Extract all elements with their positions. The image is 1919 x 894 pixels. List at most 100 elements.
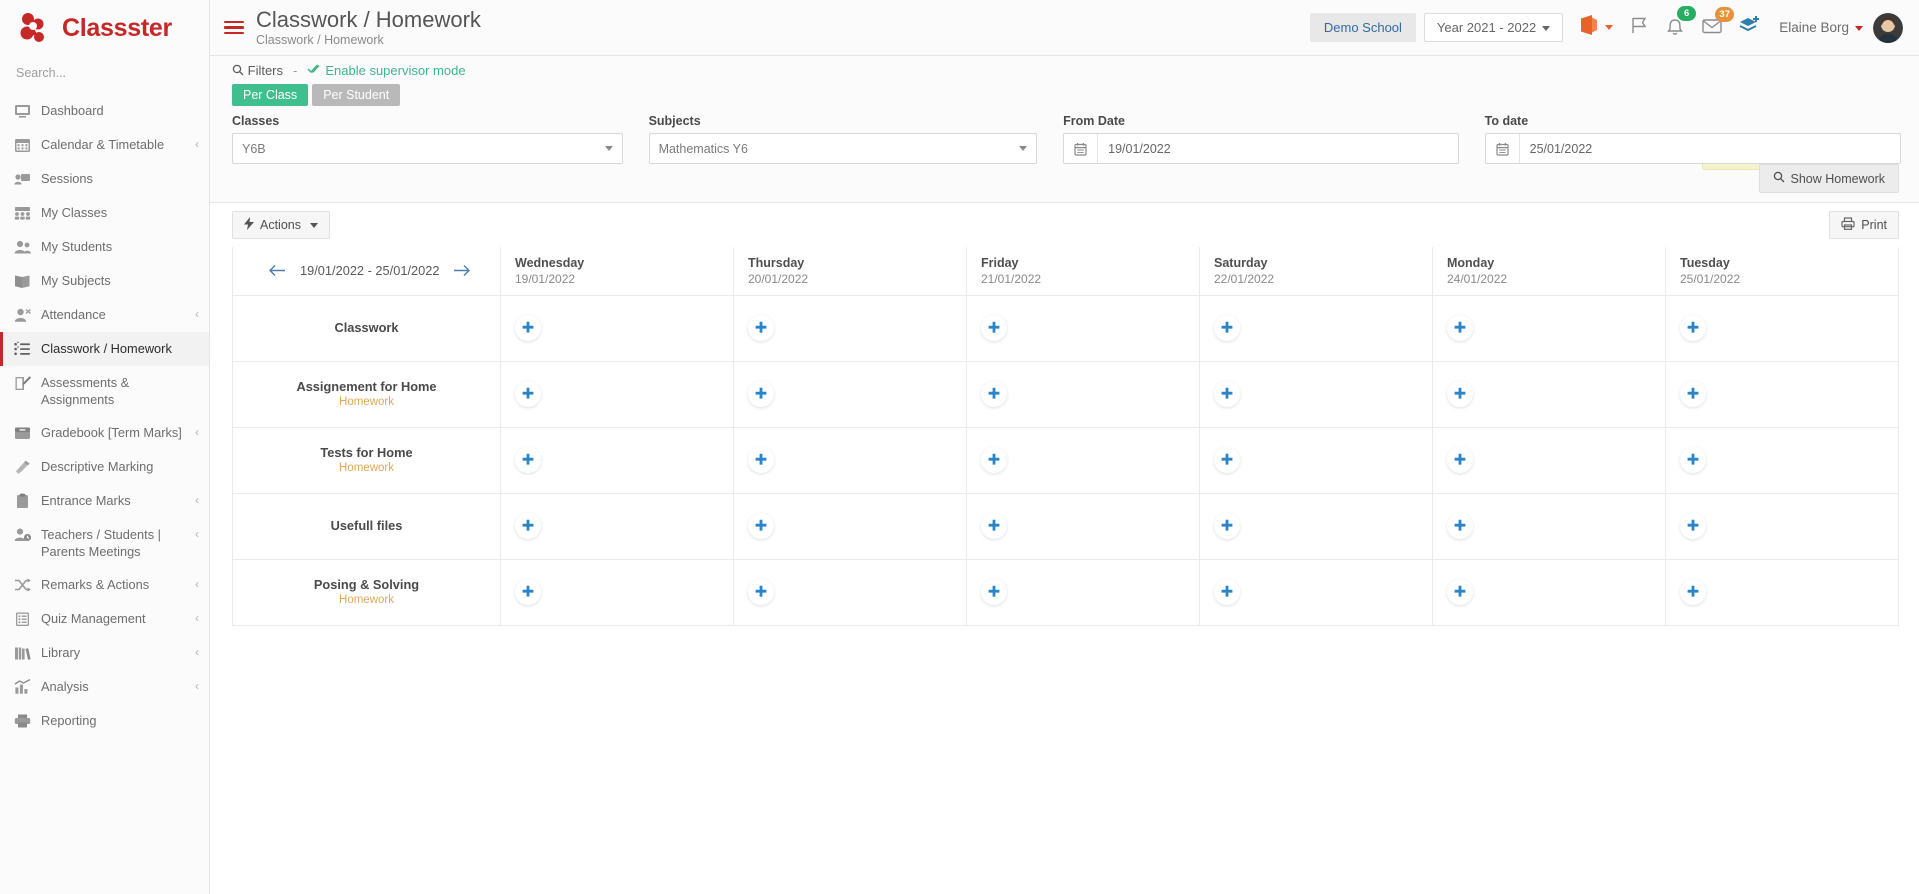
- column-day: Tuesday: [1680, 255, 1730, 270]
- add-entry-button[interactable]: [748, 381, 774, 407]
- sidebar-item-label: Library: [41, 645, 81, 660]
- to-date-field: To date 25/01/2022: [1484, 114, 1901, 164]
- avatar[interactable]: [1873, 12, 1903, 43]
- grid-cell: [1199, 558, 1433, 626]
- from-date-input[interactable]: 19/01/2022: [1063, 133, 1459, 164]
- grid-header: 19/01/2022 - 25/01/2022 Wednesday 19/01/2…: [232, 247, 1899, 296]
- sidebar-item-my-subjects[interactable]: My Subjects: [0, 264, 209, 298]
- sidebar-item-library[interactable]: Library ‹: [0, 636, 209, 670]
- sidebar-item-analysis[interactable]: Analysis ‹: [0, 670, 209, 704]
- add-entry-button[interactable]: [1447, 447, 1473, 473]
- grid-cell: [966, 558, 1200, 626]
- add-entry-button[interactable]: [1214, 513, 1240, 539]
- add-entry-button[interactable]: [515, 579, 541, 605]
- add-entry-button[interactable]: [748, 315, 774, 341]
- add-entry-button[interactable]: [515, 513, 541, 539]
- search-box[interactable]: [0, 56, 209, 94]
- user-menu[interactable]: Elaine Borg: [1779, 20, 1863, 35]
- add-entry-button[interactable]: [515, 447, 541, 473]
- add-entry-button[interactable]: [1680, 381, 1706, 407]
- sidebar-item-sessions[interactable]: Sessions: [0, 162, 209, 196]
- sidebar-item-attendance[interactable]: Attendance ‹: [0, 298, 209, 332]
- chevron-left-icon: ‹: [195, 493, 199, 507]
- sidebar-item-reporting[interactable]: Reporting: [0, 704, 209, 738]
- add-entry-button[interactable]: [1447, 579, 1473, 605]
- add-entry-button[interactable]: [1680, 579, 1706, 605]
- sidebar-item-gradebook-term-marks[interactable]: Gradebook [Term Marks] ‹: [0, 416, 209, 450]
- column-date: 20/01/2022: [748, 271, 809, 286]
- add-entry-button[interactable]: [1680, 513, 1706, 539]
- enable-supervisor-mode-link[interactable]: Enable supervisor mode: [307, 63, 466, 78]
- bell-badge: 6: [1677, 5, 1697, 21]
- add-entry-button[interactable]: [1447, 315, 1473, 341]
- notifications-button[interactable]: 6: [1665, 5, 1697, 41]
- hamburger-menu-icon[interactable]: [224, 20, 244, 35]
- grid-column-header: Wednesday 19/01/2022: [500, 247, 734, 296]
- school-selector[interactable]: Demo School: [1309, 13, 1416, 42]
- subjects-field: Subjects Mathematics Y6: [648, 114, 1064, 164]
- brand[interactable]: Classster: [0, 0, 209, 56]
- add-layer-button[interactable]: [1739, 15, 1761, 40]
- book-icon: [14, 272, 36, 289]
- sidebar-item-descriptive-marking[interactable]: Descriptive Marking: [0, 450, 209, 484]
- sidebar-item-quiz-management[interactable]: Quiz Management ‹: [0, 602, 209, 636]
- add-entry-button[interactable]: [981, 315, 1007, 341]
- table-row: Classwork: [232, 294, 1899, 362]
- year-selector[interactable]: Year 2021 - 2022: [1423, 13, 1564, 42]
- chevron-left-icon: ‹: [195, 307, 199, 321]
- tab-per-student[interactable]: Per Student: [312, 84, 401, 106]
- add-entry-button[interactable]: [748, 447, 774, 473]
- user-check-icon: [14, 306, 36, 323]
- supervisor-label: Enable supervisor mode: [325, 63, 466, 78]
- tab-per-class[interactable]: Per Class: [232, 84, 309, 106]
- add-entry-button[interactable]: [1447, 513, 1473, 539]
- to-date-input[interactable]: 25/01/2022: [1484, 133, 1901, 164]
- sidebar-item-teachers-students-parents-meetings[interactable]: Teachers / Students | Parents Meetings ‹: [0, 518, 209, 568]
- flag-button[interactable]: [1629, 15, 1649, 40]
- actions-button[interactable]: Actions: [232, 211, 330, 239]
- grid-cell: [1432, 360, 1666, 428]
- add-entry-button[interactable]: [1214, 447, 1240, 473]
- add-entry-button[interactable]: [981, 579, 1007, 605]
- add-entry-button[interactable]: [981, 513, 1007, 539]
- add-entry-button[interactable]: [981, 381, 1007, 407]
- add-entry-button[interactable]: [748, 513, 774, 539]
- add-entry-button[interactable]: [1680, 315, 1706, 341]
- sidebar-item-calendar-timetable[interactable]: Calendar & Timetable ‹: [0, 128, 209, 162]
- grid-body: Classwork Assignement for Home Homework Tes…: [232, 294, 1899, 626]
- add-entry-button[interactable]: [1214, 579, 1240, 605]
- show-homework-button[interactable]: Show Homework: [1758, 164, 1899, 193]
- add-entry-button[interactable]: [1214, 315, 1240, 341]
- filters-toggle[interactable]: Filters: [232, 63, 283, 78]
- add-entry-button[interactable]: [515, 381, 541, 407]
- date-range-label: 19/01/2022 - 25/01/2022: [300, 263, 440, 279]
- shuffle-icon: [14, 576, 36, 593]
- add-entry-button[interactable]: [515, 315, 541, 341]
- sidebar-item-my-classes[interactable]: My Classes: [0, 196, 209, 230]
- classes-select[interactable]: Y6B: [232, 133, 623, 164]
- subjects-select[interactable]: Mathematics Y6: [648, 133, 1038, 164]
- office365-button[interactable]: [1579, 14, 1614, 41]
- next-week-button[interactable]: [453, 264, 471, 277]
- sidebar-item-classwork-homework[interactable]: Classwork / Homework: [0, 332, 209, 366]
- plus-icon: [987, 321, 1001, 335]
- plus-icon: [1453, 585, 1467, 599]
- sidebar-item-remarks-actions[interactable]: Remarks & Actions ‹: [0, 568, 209, 602]
- sidebar-item-entrance-marks[interactable]: Entrance Marks ‹: [0, 484, 209, 518]
- add-entry-button[interactable]: [981, 447, 1007, 473]
- add-entry-button[interactable]: [1214, 381, 1240, 407]
- sidebar-item-my-students[interactable]: My Students: [0, 230, 209, 264]
- sidebar-item-assessments-assignments[interactable]: Assessments & Assignments: [0, 366, 209, 416]
- messages-button[interactable]: 37: [1701, 6, 1735, 40]
- search-input[interactable]: [16, 66, 193, 80]
- sidebar-item-label: Teachers / Students | Parents Meetings: [41, 527, 161, 559]
- prev-week-button[interactable]: [269, 264, 286, 277]
- add-entry-button[interactable]: [1680, 447, 1706, 473]
- column-day: Saturday: [1214, 255, 1268, 270]
- sidebar-item-dashboard[interactable]: Dashboard: [0, 94, 209, 128]
- column-day: Thursday: [748, 255, 805, 270]
- add-entry-button[interactable]: [748, 579, 774, 605]
- print-button[interactable]: Print: [1829, 211, 1899, 239]
- table-row: Posing & Solving Homework: [232, 558, 1899, 626]
- add-entry-button[interactable]: [1447, 381, 1473, 407]
